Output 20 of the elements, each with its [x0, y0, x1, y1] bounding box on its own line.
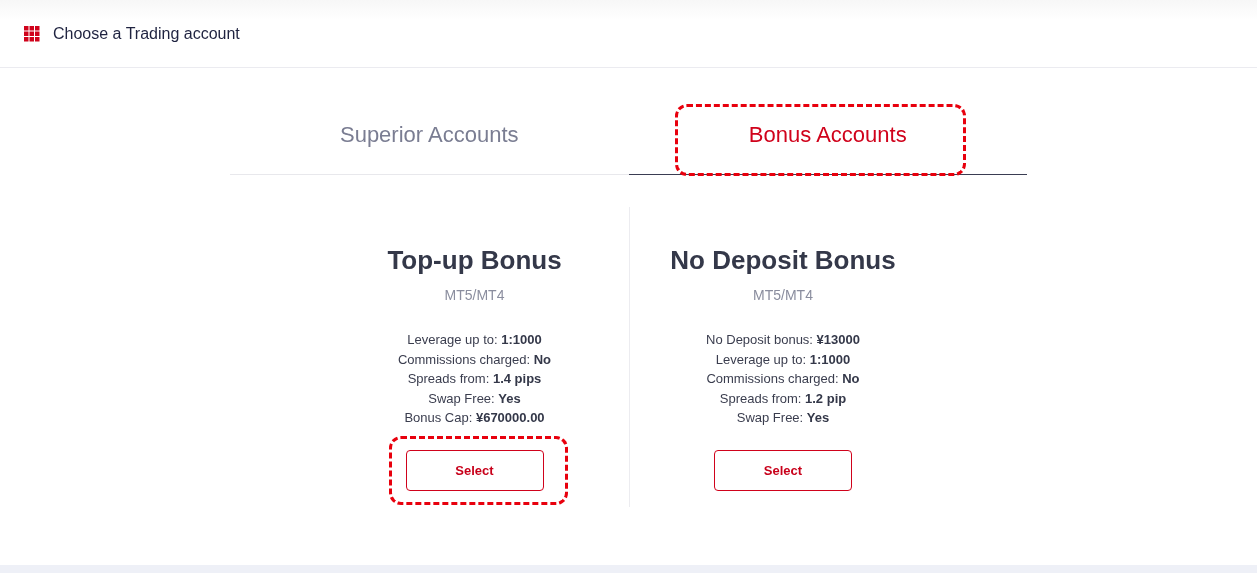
- card-title: No Deposit Bonus: [670, 245, 896, 276]
- account-tab[interactable]: Superior Accounts: [230, 105, 629, 175]
- feature-line: Commissions charged: No: [397, 350, 552, 369]
- feature-line: Spreads from: 1.2 pip: [718, 389, 848, 408]
- card-title: Top-up Bonus: [387, 245, 562, 276]
- feature-line: Swap Free: Yes: [735, 409, 831, 427]
- feature-line: Leverage up to: 1:1000: [714, 350, 852, 369]
- page-title: Choose a Trading account: [53, 24, 240, 43]
- select-button[interactable]: Select: [405, 450, 544, 491]
- platform-label: MT5/MT4: [753, 287, 813, 303]
- select-button[interactable]: Select: [714, 450, 852, 491]
- feature-line: Swap Free: Yes: [427, 389, 522, 408]
- feature-line: Spreads from: 1.4 pips: [406, 370, 543, 388]
- feature-line: Leverage up to: 1:1000: [406, 331, 543, 349]
- feature-line: Commissions charged: No: [706, 370, 860, 388]
- grid-icon[interactable]: [24, 25, 40, 42]
- account-tab[interactable]: Bonus Accounts: [628, 105, 1027, 175]
- feature-line: Bonus Cap: ¥670000.00: [403, 409, 546, 427]
- platform-label: MT5/MT4: [444, 287, 505, 303]
- feature-line: No Deposit bonus: ¥13000: [706, 331, 860, 349]
